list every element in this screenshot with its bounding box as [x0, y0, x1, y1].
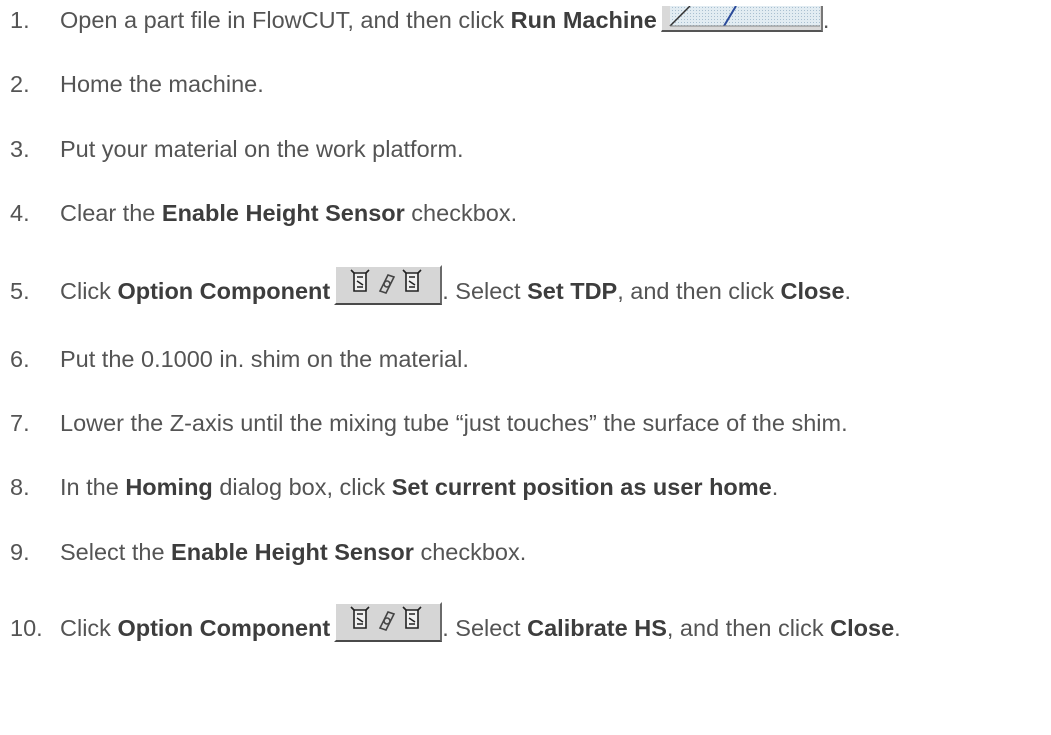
step-text: Click	[60, 615, 118, 641]
step-text: .	[822, 7, 830, 33]
step-text: . Select	[442, 615, 528, 641]
step-text: .	[844, 278, 852, 304]
option-component-icon	[334, 265, 443, 305]
step-number: 7.	[10, 410, 30, 436]
step-text: Click	[60, 278, 118, 304]
step-3: 3. Put your material on the work platform…	[10, 129, 464, 169]
ui-term: Set TDP	[527, 278, 618, 304]
ui-term: Run Machine	[510, 7, 657, 33]
step-text: .	[771, 474, 779, 500]
step-text: , and then click	[617, 278, 781, 304]
step-9: 9. Select the Enable Height Sensor checkb…	[10, 532, 526, 572]
step-number: 6.	[10, 346, 30, 372]
step-text: checkbox.	[413, 539, 527, 565]
step-text: dialog box, click	[212, 474, 392, 500]
step-7: 7. Lower the Z-axis until the mixing tube…	[10, 403, 848, 443]
step-1: 1. Open a part file in FlowCUT, and then …	[10, 0, 829, 40]
step-10: 10. Click Option Component . Select Calib…	[10, 602, 901, 642]
step-number: 1.	[10, 7, 30, 33]
step-text: Open a part file in FlowCUT, and then cl…	[60, 7, 511, 33]
step-text: .	[894, 615, 901, 641]
step-text: Select the	[60, 539, 172, 565]
step-8: 8. In the Homing dialog box, click Set cu…	[10, 467, 778, 507]
step-text: checkbox.	[404, 200, 518, 226]
step-text: . Select	[442, 278, 528, 304]
step-text: , and then click	[666, 615, 831, 641]
ui-term: Homing	[125, 474, 213, 500]
ui-term: Enable Height Sensor	[161, 200, 405, 226]
ui-term: Enable Height Sensor	[171, 539, 414, 565]
instruction-steps: 1. Open a part file in FlowCUT, and then …	[0, 0, 1051, 735]
run-machine-icon	[660, 6, 823, 32]
step-number: 9.	[10, 539, 30, 565]
ui-term: Option Component	[117, 615, 331, 641]
ui-term: Close	[830, 615, 895, 641]
step-number: 8.	[10, 474, 30, 500]
step-text: Put your material on the work platform.	[60, 136, 464, 162]
step-number: 2.	[10, 71, 30, 97]
step-number: 3.	[10, 136, 30, 162]
step-number: 10.	[10, 615, 43, 641]
step-number: 5.	[10, 278, 30, 304]
step-text: In the	[60, 474, 126, 500]
step-text: Clear the	[60, 200, 162, 226]
step-text: Put the 0.1000 in. shim on the material.	[60, 346, 469, 372]
step-2: 2. Home the machine.	[10, 64, 264, 104]
ui-term: Option Component	[117, 278, 331, 304]
option-component-icon	[334, 602, 443, 642]
step-text: Lower the Z-axis until the mixing tube “…	[60, 410, 848, 436]
step-6: 6. Put the 0.1000 in. shim on the materia…	[10, 339, 469, 379]
ui-term: Calibrate HS	[527, 615, 667, 641]
step-4: 4. Clear the Enable Height Sensor checkbo…	[10, 193, 517, 233]
ui-term: Set current position as user home	[391, 474, 772, 500]
step-number: 4.	[10, 200, 30, 226]
ui-term: Close	[780, 278, 845, 304]
step-5: 5. Click Option Component . Select Set TD…	[10, 265, 851, 305]
step-text: Home the machine.	[60, 71, 264, 97]
